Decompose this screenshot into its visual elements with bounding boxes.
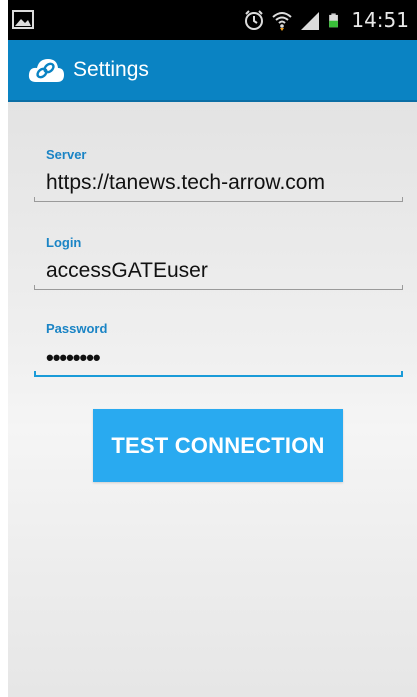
password-label: Password <box>46 321 108 336</box>
login-label: Login <box>46 235 82 250</box>
server-input[interactable]: https://tanews.tech-arrow.com <box>46 171 325 195</box>
cloud-link-logo-icon[interactable] <box>27 56 65 84</box>
settings-form: Server https://tanews.tech-arrow.com Log… <box>8 102 417 697</box>
test-connection-button[interactable]: TEST CONNECTION <box>93 409 343 482</box>
status-time: 14:51 <box>351 8 409 32</box>
server-input-underline <box>34 197 403 202</box>
signal-icon <box>301 12 320 30</box>
status-bar: 14:51 <box>8 0 417 40</box>
action-bar: Settings <box>8 40 417 102</box>
server-label: Server <box>46 147 87 162</box>
password-input[interactable]: •••••••• <box>46 345 101 371</box>
password-input-underline <box>34 371 403 377</box>
app-screen: 14:51 Settings Server https://tanews.tec… <box>8 0 417 697</box>
alarm-icon <box>245 10 264 30</box>
login-input-underline <box>34 285 403 290</box>
page-title: Settings <box>73 58 149 81</box>
battery-icon <box>329 13 339 28</box>
gallery-notification-icon <box>12 10 34 29</box>
wifi-icon <box>272 12 293 31</box>
login-input[interactable]: accessGATEuser <box>46 259 208 283</box>
